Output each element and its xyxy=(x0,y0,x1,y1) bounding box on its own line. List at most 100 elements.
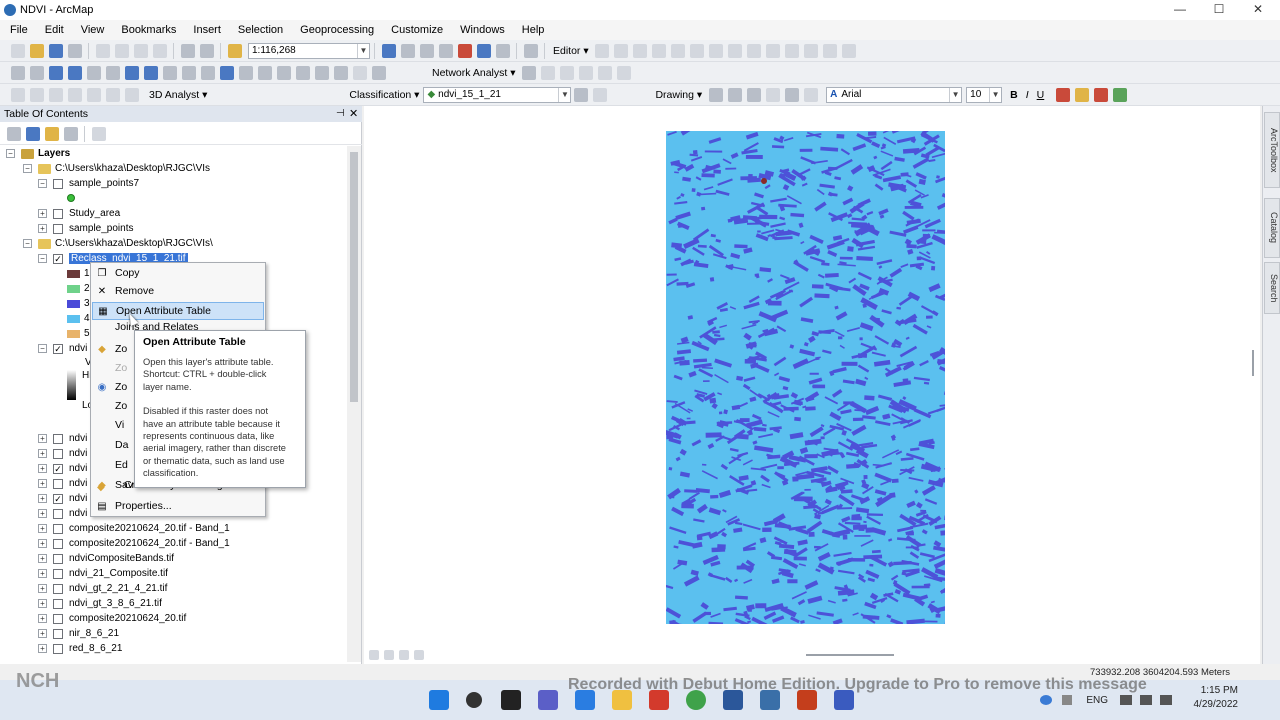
tree-row[interactable]: + red_8_6_21 xyxy=(38,641,122,656)
fixed-zoom-out-icon[interactable] xyxy=(105,65,120,80)
redo-icon[interactable] xyxy=(199,43,214,58)
tree-row[interactable]: + ndvi xyxy=(38,506,87,521)
tree-row[interactable]: − C:\Users\khaza\Desktop\RJGC\VIs xyxy=(23,161,210,176)
chat-icon[interactable] xyxy=(538,690,558,710)
maximize-button[interactable]: ☐ xyxy=(1209,2,1229,16)
close-button[interactable]: ✕ xyxy=(1248,2,1268,16)
start-icon[interactable] xyxy=(429,690,449,710)
expand-icon[interactable]: + xyxy=(38,644,47,653)
layer-checkbox[interactable] xyxy=(53,628,63,639)
bold-button[interactable]: B xyxy=(1010,89,1018,101)
tree-row[interactable]: + sample_points xyxy=(38,221,133,236)
menu-file[interactable]: File xyxy=(10,24,28,36)
catalog-tab[interactable]: Catalog xyxy=(1264,198,1280,258)
swipe-icon[interactable] xyxy=(371,65,386,80)
layer-checkbox[interactable] xyxy=(53,223,63,234)
map-scale-input[interactable]: 1:116,268 ▼ xyxy=(248,42,370,59)
catalog-window-icon[interactable] xyxy=(419,43,434,58)
collapse-icon[interactable]: − xyxy=(38,254,47,263)
3d-analyst-menu[interactable]: 3D Analyst ▾ xyxy=(149,89,207,101)
underline-button[interactable]: U xyxy=(1037,89,1045,101)
layer-checkbox[interactable]: ✓ xyxy=(53,493,63,504)
copy-menu-item[interactable]: ❐ Copy xyxy=(92,264,264,282)
remove-menu-item[interactable]: ✕ Remove xyxy=(92,282,264,300)
expand-icon[interactable]: + xyxy=(38,479,47,488)
arctoolbox-tab[interactable]: ArcToolbox xyxy=(1264,112,1280,188)
classification-manager-icon[interactable] xyxy=(573,87,588,102)
rectangle-icon[interactable] xyxy=(765,87,780,102)
battery-icon[interactable] xyxy=(1160,695,1172,705)
expand-icon[interactable]: + xyxy=(38,524,47,533)
clock[interactable]: 1:15 PM 4/29/2022 xyxy=(1194,684,1239,712)
paste-icon[interactable] xyxy=(133,43,148,58)
list-by-source-icon[interactable] xyxy=(25,126,40,141)
zoom-whole-page-icon[interactable] xyxy=(746,87,761,102)
wifi-icon[interactable] xyxy=(1120,695,1132,705)
toc-close-icon[interactable]: ✕ xyxy=(349,107,358,120)
horizontal-scrollbar[interactable] xyxy=(806,654,894,656)
rotate-element-icon[interactable] xyxy=(727,87,742,102)
pan-icon[interactable] xyxy=(48,65,63,80)
expand-icon[interactable]: + xyxy=(38,449,47,458)
full-extent-icon[interactable] xyxy=(67,65,82,80)
microphone-icon[interactable] xyxy=(1062,695,1073,705)
expand-icon[interactable]: + xyxy=(38,494,47,503)
drawing-menu[interactable]: Drawing ▾ xyxy=(655,89,702,101)
tree-row[interactable]: + composite20210624_20.tif - Band_1 xyxy=(38,521,230,536)
classification-menu[interactable]: Classification ▾ xyxy=(349,89,419,101)
expand-icon[interactable]: + xyxy=(38,599,47,608)
arctoolbox-icon[interactable] xyxy=(457,43,472,58)
font-color-icon[interactable] xyxy=(1056,87,1071,102)
tree-row[interactable]: + ndvi_gt_3_8_6_21.tif xyxy=(38,596,162,611)
expand-icon[interactable]: + xyxy=(38,554,47,563)
refresh-icon[interactable] xyxy=(398,650,409,660)
layer-checkbox[interactable] xyxy=(53,433,63,444)
menu-edit[interactable]: Edit xyxy=(45,24,64,36)
tree-row[interactable]: − C:\Users\khaza\Desktop\RJGC\VIs\ xyxy=(23,236,213,251)
network-analyst-menu[interactable]: Network Analyst ▾ xyxy=(432,67,515,79)
python-window-icon[interactable] xyxy=(523,43,538,58)
menu-geoprocessing[interactable]: Geoprocessing xyxy=(300,24,374,36)
menu-windows[interactable]: Windows xyxy=(460,24,505,36)
list-by-drawing-order-icon[interactable] xyxy=(6,126,21,141)
search-window-icon[interactable] xyxy=(438,43,453,58)
tree-row[interactable]: + ndvi xyxy=(38,446,87,461)
layout-view-icon[interactable] xyxy=(383,650,394,660)
go-to-xy-icon[interactable] xyxy=(314,65,329,80)
python-icon[interactable] xyxy=(476,43,491,58)
measure-icon[interactable] xyxy=(257,65,272,80)
volume-icon[interactable] xyxy=(1140,695,1152,705)
layer-checkbox[interactable] xyxy=(53,568,63,579)
model-builder-icon[interactable] xyxy=(495,43,510,58)
layer-checkbox[interactable]: ✓ xyxy=(53,343,63,354)
list-by-selection-icon[interactable] xyxy=(63,126,78,141)
layer-checkbox[interactable] xyxy=(53,448,63,459)
font-size-select[interactable]: 10 ▼ xyxy=(966,86,1003,103)
zoom-out-icon[interactable] xyxy=(29,65,44,80)
task-view-icon[interactable] xyxy=(501,690,521,710)
tree-row[interactable]: + nir_8_6_21 xyxy=(38,626,119,641)
layer-checkbox[interactable] xyxy=(53,538,63,549)
tree-row[interactable]: − sample_points7 xyxy=(38,176,139,191)
language-indicator[interactable]: ENG xyxy=(1086,695,1108,706)
print-icon[interactable] xyxy=(67,43,82,58)
layer-checkbox[interactable] xyxy=(53,523,63,534)
toc-options-icon[interactable] xyxy=(91,126,106,141)
undo-icon[interactable] xyxy=(180,43,195,58)
identify-icon[interactable] xyxy=(219,65,234,80)
copy-icon[interactable] xyxy=(114,43,129,58)
tree-row[interactable]: − Layers xyxy=(6,146,70,161)
expand-icon[interactable]: + xyxy=(38,539,47,548)
tree-row[interactable]: + ndviCompositeBands.tif xyxy=(38,551,174,566)
find-route-icon[interactable] xyxy=(295,65,310,80)
edit-vertices-drawing-icon[interactable] xyxy=(803,87,818,102)
ndvi-raster-image[interactable] xyxy=(666,131,945,624)
menu-bookmarks[interactable]: Bookmarks xyxy=(121,24,176,36)
search-tab[interactable]: Search xyxy=(1264,262,1280,314)
find-icon[interactable] xyxy=(276,65,291,80)
pin-icon[interactable]: ⊣ xyxy=(336,108,345,119)
expand-icon[interactable]: + xyxy=(38,464,47,473)
menu-selection[interactable]: Selection xyxy=(238,24,283,36)
collapse-icon[interactable]: − xyxy=(38,179,47,188)
tree-row[interactable]: + ndvi_21_Composite.tif xyxy=(38,566,168,581)
